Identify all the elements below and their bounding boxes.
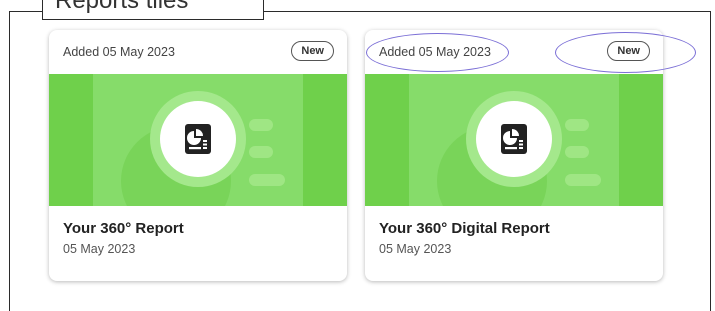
report-icon-disc bbox=[160, 101, 236, 177]
report-title: Your 360° Digital Report bbox=[379, 220, 550, 237]
banner-bar bbox=[565, 119, 589, 131]
report-icon-disc bbox=[476, 101, 552, 177]
banner-band-left bbox=[49, 74, 93, 206]
new-badge: New bbox=[291, 41, 334, 61]
added-date: Added 05 May 2023 bbox=[63, 45, 175, 59]
report-date: 05 May 2023 bbox=[63, 242, 136, 256]
card-banner bbox=[365, 74, 663, 206]
banner-bar bbox=[565, 174, 601, 186]
banner-bar bbox=[249, 146, 273, 158]
banner-bar bbox=[249, 119, 273, 131]
banner-band-right bbox=[303, 74, 347, 206]
card-banner bbox=[49, 74, 347, 206]
section-label: Reports tiles bbox=[55, 0, 189, 14]
report-icon bbox=[185, 124, 211, 154]
report-date: 05 May 2023 bbox=[379, 242, 452, 256]
banner-bar bbox=[565, 146, 589, 158]
banner-bar bbox=[249, 174, 285, 186]
section-label-box: Reports tiles bbox=[42, 0, 264, 20]
highlight-oval-new-badge bbox=[555, 32, 696, 73]
report-title: Your 360° Report bbox=[63, 220, 184, 237]
banner-band-left bbox=[365, 74, 409, 206]
report-icon bbox=[501, 124, 527, 154]
highlight-oval-added-date bbox=[366, 33, 509, 72]
report-card[interactable]: Added 05 May 2023 New Your 360° Report 0… bbox=[49, 30, 347, 281]
card-header: Added 05 May 2023 New bbox=[49, 30, 347, 74]
banner-band-right bbox=[619, 74, 663, 206]
